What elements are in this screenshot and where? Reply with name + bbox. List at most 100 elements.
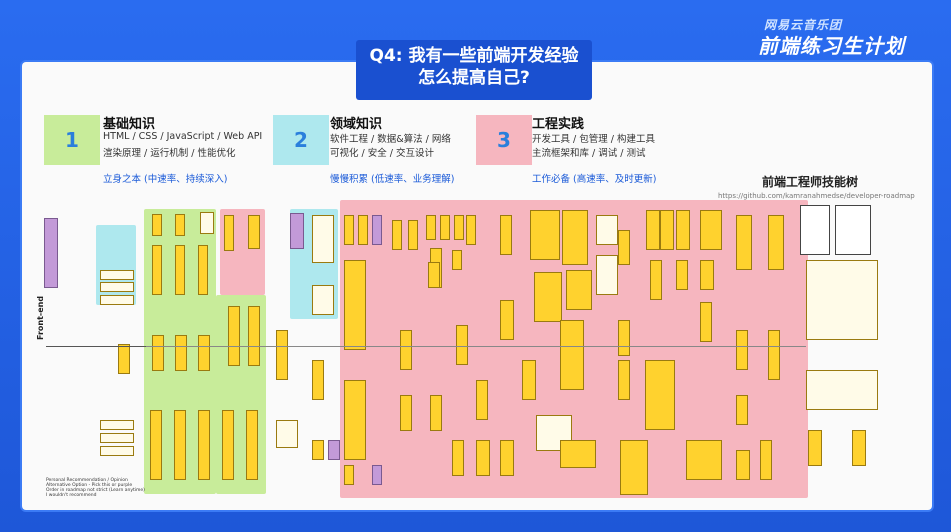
node-flutter	[760, 440, 772, 480]
node-pwa-list2	[620, 440, 648, 495]
section-3-title: 工程实践	[532, 117, 585, 132]
section-3-tag: 工作必备 (高速率、及时更新)	[532, 174, 657, 185]
skill-tree-url: https://github.com/kamranahmedse/develop…	[718, 192, 915, 200]
node-module-bundlers	[430, 395, 442, 431]
node-basics-e	[198, 245, 208, 295]
node-pick-framework	[456, 325, 468, 365]
node-css-fw-list	[562, 210, 588, 265]
node-lint-c	[454, 215, 464, 240]
node-ssg	[700, 210, 722, 250]
node-build-tools	[400, 330, 412, 370]
node-q1	[100, 270, 134, 280]
node-yarn	[328, 440, 340, 460]
front-end-label: Front-end	[36, 295, 45, 340]
section-2-line2: 可视化 / 安全 / 交互设计	[330, 148, 434, 159]
node-types-a	[596, 215, 618, 245]
node-styled	[452, 440, 464, 476]
main-connector	[46, 346, 146, 347]
node-typescript	[618, 230, 630, 265]
node-basics-g	[174, 410, 186, 480]
card-wasm-note	[806, 260, 878, 340]
node-css	[175, 335, 187, 371]
card-right-b	[835, 205, 871, 255]
legend: Personal Recommendation / Opinion Altern…	[46, 478, 145, 498]
card-closing-note	[806, 370, 878, 410]
node-basics-i	[222, 410, 234, 480]
node-pwa	[618, 360, 630, 400]
node-css-architecture	[344, 380, 366, 460]
node-bootstrap-box	[530, 210, 560, 260]
node-package-managers	[312, 360, 324, 400]
node-static-site	[700, 302, 712, 342]
node-css-frameworks	[522, 360, 536, 400]
title-line-1: Q4: 我有一些前端开发经验	[369, 46, 579, 66]
node-basics-d	[175, 245, 185, 295]
section-2-title: 领域知识	[330, 117, 383, 132]
node-lint-b	[440, 215, 450, 240]
roadmap-note	[44, 218, 58, 288]
node-apollo	[700, 260, 714, 290]
node-npm-note	[276, 420, 298, 448]
node-ssr-a	[646, 210, 660, 250]
section-2-number: 2	[273, 115, 329, 165]
main-connector-2	[146, 346, 346, 347]
node-task-runners	[400, 395, 412, 431]
node-basics-k	[200, 212, 214, 234]
node-p1	[344, 215, 354, 245]
node-html	[152, 335, 164, 371]
node-vcs-b	[248, 215, 260, 249]
node-bem	[344, 465, 354, 485]
card-right-a	[800, 205, 830, 255]
node-css-in-js	[476, 440, 490, 476]
section-1-line2: 渲染原理 / 运行机制 / 性能优化	[103, 148, 236, 159]
node-desktop-b	[768, 330, 780, 380]
node-vcs-d	[228, 306, 240, 366]
node-pwa-list	[645, 360, 675, 430]
node-build-b	[408, 220, 418, 250]
node-build-a	[392, 220, 402, 250]
legend-item-4: I wouldn't recommend	[46, 493, 97, 498]
node-q6	[100, 446, 134, 456]
node-p3	[372, 215, 382, 245]
node-mobile-apps	[736, 330, 748, 370]
section-3-number: 3	[476, 115, 532, 165]
node-p2	[358, 215, 368, 245]
node-testing-apps	[560, 320, 584, 390]
node-basics-h	[198, 410, 210, 480]
node-vcs-a	[224, 215, 234, 251]
brand-big-text: 前端练习生计划	[758, 34, 905, 58]
node-react	[466, 215, 476, 245]
node-basics-f	[150, 410, 162, 480]
slide-title: Q4: 我有一些前端开发经验 怎么提高自己?	[356, 40, 592, 100]
section-1-tag: 立身之本 (中速率、持续深入)	[103, 174, 228, 185]
node-static-list	[768, 215, 784, 270]
node-sec-list	[312, 215, 334, 263]
section-1-title: 基础知识	[103, 117, 156, 132]
node-testing-note2	[560, 440, 596, 468]
brand-logo: 网易云音乐团 前端练习生计划	[758, 18, 918, 58]
section-3-line2: 主流框架和库 / 调试 / 测试	[532, 148, 646, 159]
node-web-security	[276, 330, 288, 380]
node-web-components	[500, 300, 514, 340]
node-type-checkers	[618, 320, 630, 356]
node-web-sec	[290, 213, 304, 249]
node-emotion	[500, 440, 514, 476]
node-oocss	[372, 465, 382, 485]
node-ssr-b	[660, 210, 674, 250]
section-2-tag: 慢慢积累 (低速率、业务理解)	[330, 174, 455, 185]
skill-tree-title: 前端工程师技能树	[762, 175, 859, 189]
node-basics-j	[246, 410, 258, 480]
node-basics-a	[152, 214, 162, 236]
node-electron	[736, 450, 750, 480]
node-web-assembly	[808, 430, 822, 466]
region-domain-left	[96, 225, 136, 305]
node-fw-b	[452, 250, 462, 270]
node-css-preprocessors	[344, 260, 366, 350]
node-javascript	[198, 335, 210, 371]
node-lint-d	[428, 262, 440, 288]
node-ssr	[650, 260, 662, 300]
main-connector-3	[346, 346, 806, 347]
title-line-2: 怎么提高自己?	[418, 68, 530, 88]
node-mobile-list	[736, 215, 752, 270]
node-q4	[100, 420, 134, 430]
